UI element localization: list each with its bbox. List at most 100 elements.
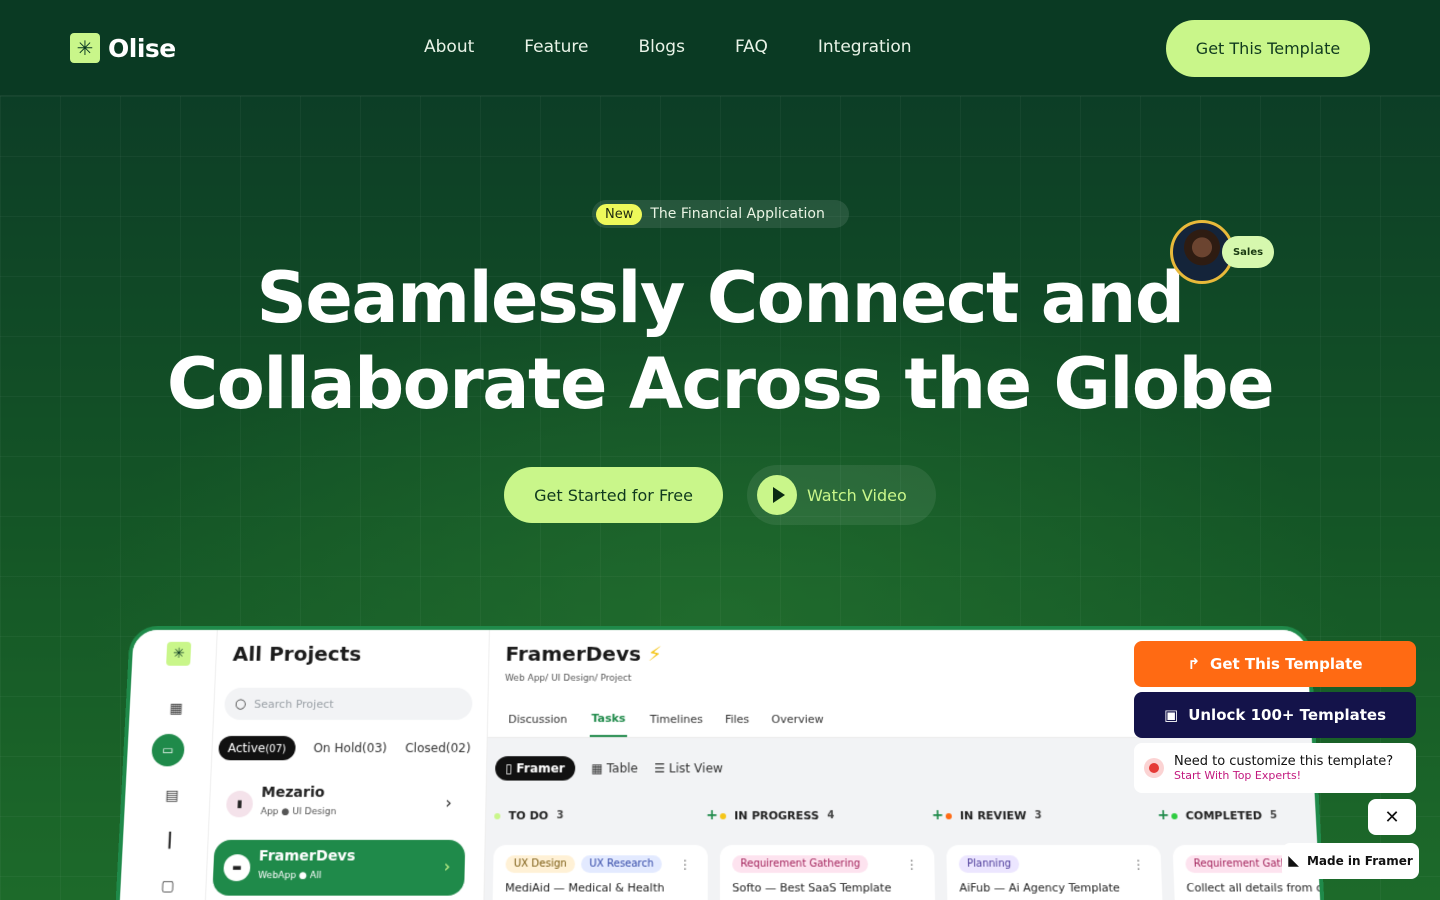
layout-icon: ▣ <box>1164 706 1179 724</box>
filter-closed[interactable]: Closed(02) <box>405 741 471 755</box>
tab-overview[interactable]: Overview <box>771 713 823 726</box>
tab-discussion[interactable]: Discussion <box>508 713 567 726</box>
help-line2[interactable]: Start With Top Experts! <box>1174 769 1393 782</box>
project-item-framerdevs[interactable]: ▬ FramerDevs WebApp ● All › <box>212 839 466 896</box>
filter-active[interactable]: Active(07) <box>218 735 296 761</box>
column-in-progress: IN PROGRESS 4 + Requirement Gathering ⋮ … <box>720 807 946 900</box>
nav-link-feature[interactable]: Feature <box>524 37 588 57</box>
share-arrow-icon: ↱ <box>1187 655 1201 673</box>
task-card[interactable]: Requirement Gathering ⋮ Softo — Best Saa… <box>720 845 936 900</box>
status-dot <box>720 812 727 819</box>
status-dot <box>945 812 952 819</box>
nav-link-integration[interactable]: Integration <box>818 37 912 57</box>
folder-icon[interactable]: ▭ <box>151 733 185 767</box>
badge-text: The Financial Application <box>650 206 825 222</box>
column-header: COMPLETED 5 <box>1171 809 1326 822</box>
task-title: AiFub — Ai Agency Template <box>959 881 1121 895</box>
task-title: Softo — Best SaaS Template <box>732 881 892 895</box>
task-card[interactable]: UX Design UX Research ⋮ MediAid — Medica… <box>492 845 708 900</box>
watch-video-label: Watch Video <box>807 485 907 505</box>
play-icon <box>757 475 797 515</box>
nav-link-faq[interactable]: FAQ <box>735 37 768 57</box>
announcement-badge[interactable]: New The Financial Application <box>592 200 849 228</box>
sales-tag: Sales <box>1222 236 1274 268</box>
icon-rail: ✳ ▦ ▭ ▤ ┃ ▢ <box>118 629 218 900</box>
view-list[interactable]: ☰ List View <box>654 761 723 775</box>
calendar-icon[interactable]: ▤ <box>162 787 181 805</box>
project-thumb: ▬ <box>223 854 251 882</box>
project-thumb: ▮ <box>225 790 254 818</box>
project-name: Mezario <box>261 784 325 801</box>
view-switcher: ▯ Framer ▦ Table ☰ List View <box>494 756 723 781</box>
task-tag: Requirement Gath <box>1185 855 1296 873</box>
task-title: MediAid — Medical & Health <box>505 881 665 895</box>
search-icon: ○ <box>234 696 247 712</box>
expert-help-banner[interactable]: Need to customize this template? Start W… <box>1134 743 1416 793</box>
help-line1: Need to customize this template? <box>1174 754 1394 769</box>
add-task-icon[interactable]: + <box>932 807 944 823</box>
projects-panel: All Projects ○ Search Project Active(07)… <box>204 629 490 900</box>
status-dot <box>494 812 501 819</box>
nav-link-about[interactable]: About <box>424 37 474 57</box>
view-framer[interactable]: ▯ Framer <box>494 756 576 781</box>
chart-icon[interactable]: ┃ <box>160 832 179 851</box>
more-icon[interactable]: ⋮ <box>679 857 691 871</box>
column-in-review: IN REVIEW 3 + Planning ⋮ AiFub — Ai Agen… <box>945 807 1174 900</box>
project-meta: App ● UI Design <box>260 807 337 818</box>
lightning-icon: ⚡ <box>647 641 663 666</box>
chevron-right-icon: › <box>443 856 451 876</box>
tab-tasks[interactable]: Tasks <box>589 701 628 737</box>
asterisk-logo-icon: ✳ <box>166 641 192 666</box>
projects-title: All Projects <box>232 641 362 666</box>
framer-icon: ◣ <box>1288 853 1299 869</box>
project-title: FramerDevs ⚡ <box>505 641 663 666</box>
search-input[interactable]: ○ Search Project <box>223 687 473 720</box>
floating-avatar: Sales <box>1170 220 1274 284</box>
view-table[interactable]: ▦ Table <box>591 761 638 775</box>
tab-files[interactable]: Files <box>725 713 749 726</box>
more-icon[interactable]: ⋮ <box>906 857 918 871</box>
chevron-right-icon: › <box>445 792 453 813</box>
column-header: IN PROGRESS 4 + <box>720 807 944 823</box>
project-filters: Active(07) On Hold(03) Closed(02) <box>218 735 471 761</box>
column-todo: TO DO 3 + UX Design UX Research ⋮ MediAi… <box>492 807 718 900</box>
column-header: TO DO 3 + <box>494 807 718 823</box>
project-meta: WebApp ● All <box>257 870 322 882</box>
add-task-icon[interactable]: + <box>1157 807 1170 823</box>
column-header: IN REVIEW 3 + <box>945 807 1170 823</box>
filter-on-hold[interactable]: On Hold(03) <box>313 741 387 755</box>
record-icon <box>1144 758 1164 778</box>
add-task-icon[interactable]: + <box>706 807 718 823</box>
brand-name: Olise <box>108 33 176 63</box>
nav-links: About Feature Blogs FAQ Integration <box>424 37 962 57</box>
tab-timelines[interactable]: Timelines <box>650 713 703 726</box>
task-tag: UX Design <box>505 855 576 873</box>
task-tag: Requirement Gathering <box>732 855 869 873</box>
hero-title-line2: Collaborate Across the Globe <box>166 343 1275 425</box>
nav-link-blogs[interactable]: Blogs <box>639 37 685 57</box>
asterisk-logo-icon: ✳ <box>70 33 100 63</box>
task-card[interactable]: Planning ⋮ AiFub — Ai Agency Template <box>946 845 1164 900</box>
close-icon[interactable]: ✕ <box>1368 799 1416 835</box>
brand-logo[interactable]: ✳ Olise <box>70 33 176 63</box>
get-template-button[interactable]: Get This Template <box>1166 20 1370 77</box>
made-in-framer-badge[interactable]: ◣ Made in Framer <box>1282 843 1419 879</box>
task-title: Collect all details from c <box>1186 881 1323 895</box>
project-name: FramerDevs <box>258 848 356 865</box>
watch-video-button[interactable]: Watch Video <box>747 465 936 525</box>
chat-icon[interactable]: ▢ <box>158 877 177 896</box>
new-badge: New <box>596 203 643 225</box>
status-dot <box>1171 812 1178 819</box>
hero-title-line1: Seamlessly Connect and <box>256 257 1185 339</box>
search-placeholder: Search Project <box>253 697 334 711</box>
get-started-button[interactable]: Get Started for Free <box>504 467 723 523</box>
more-icon[interactable]: ⋮ <box>1132 857 1145 871</box>
grid-icon[interactable]: ▦ <box>167 700 186 718</box>
task-tag: Planning <box>958 855 1020 873</box>
project-item-mezario[interactable]: ▮ Mezario App ● UI Design › <box>215 777 467 832</box>
task-tag: UX Research <box>580 855 662 873</box>
breadcrumb: Web App/ UI Design/ Project <box>504 673 632 684</box>
top-nav: ✳ Olise About Feature Blogs FAQ Integrat… <box>0 0 1440 96</box>
unlock-templates-button[interactable]: ▣ Unlock 100+ Templates <box>1134 692 1416 738</box>
overlay-get-template-button[interactable]: ↱ Get This Template <box>1134 641 1416 687</box>
